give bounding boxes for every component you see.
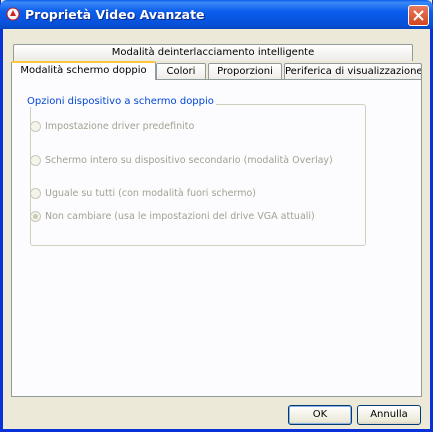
title-bar[interactable]: Proprietà Video Avanzate: [0, 0, 433, 29]
close-button[interactable]: [408, 5, 429, 26]
radio-default-driver[interactable]: Impostazione driver predefinito: [30, 121, 194, 132]
cancel-button[interactable]: Annulla: [357, 405, 421, 425]
radio-label: Schermo intero su dispositivo secondario…: [45, 155, 333, 166]
radio-label: Uguale su tutti (con modalità fuori sche…: [45, 188, 257, 199]
radio-label: Non cambiare (usa le impostazioni del dr…: [45, 211, 315, 222]
window-border-left: [0, 29, 3, 430]
tab-proportions[interactable]: Proporzioni: [208, 63, 282, 80]
radio-button-icon: [30, 121, 41, 132]
close-icon: [413, 10, 424, 21]
window-title: Proprietà Video Avanzate: [25, 7, 205, 22]
tab-colors[interactable]: Colori: [156, 63, 206, 80]
radio-no-change[interactable]: Non cambiare (usa le impostazioni del dr…: [30, 211, 315, 222]
radio-button-checked-icon: [30, 211, 41, 222]
radio-overlay-mode[interactable]: Schermo intero su dispositivo secondario…: [30, 155, 333, 166]
tab-display-device[interactable]: Periferica di visualizzazione: [284, 63, 422, 80]
radio-button-icon: [30, 155, 41, 166]
tab-dual-screen[interactable]: Modalità schermo doppio: [11, 61, 156, 80]
group-legend: Opzioni dispositivo a schermo doppio: [25, 96, 216, 107]
radio-button-icon: [30, 188, 41, 199]
ok-button[interactable]: OK: [288, 405, 352, 425]
app-icon: [6, 7, 20, 21]
tab-deinterlacing[interactable]: Modalità deinterlacciamento intelligente: [13, 44, 413, 61]
radio-same-on-all[interactable]: Uguale su tutti (con modalità fuori sche…: [30, 188, 256, 199]
radio-label: Impostazione driver predefinito: [45, 121, 195, 132]
